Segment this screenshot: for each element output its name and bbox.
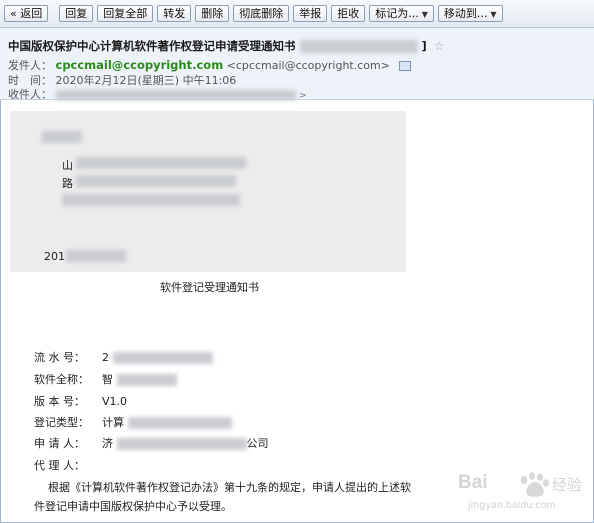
reject-button[interactable]: 拒收 (331, 5, 366, 22)
to-row: 收件人： > (8, 86, 307, 102)
field-label: 登记类型： (34, 416, 89, 429)
field-label: 版 本 号： (34, 395, 85, 408)
watermark-url: jingyan.baidu.com (468, 500, 556, 511)
field-row: 代 理 人： (34, 457, 102, 473)
address-line: 路 (62, 177, 73, 190)
field-row: 流 水 号： 2 (34, 349, 213, 365)
chevron-down-icon: ▼ (421, 10, 428, 19)
redacted-block (62, 194, 240, 206)
field-row: 申 请 人： 济 公司 (34, 435, 269, 451)
field-value-suffix: 公司 (246, 437, 269, 450)
reply-button[interactable]: 回复 (59, 5, 94, 22)
field-label: 代 理 人： (34, 459, 85, 472)
contact-card-icon[interactable] (399, 61, 412, 71)
mail-subject: 中国版权保护中心计算机软件著作权登记申请受理通知书 ] ☆ (8, 38, 445, 54)
field-label: 流 水 号： (34, 351, 85, 364)
sender-address: <cpccmail@ccopyright.com> (226, 59, 390, 72)
mark-as-label: 标记为... (375, 7, 419, 20)
redacted-block (299, 40, 418, 53)
report-button[interactable]: 举报 (293, 5, 328, 22)
toolbar: « 返回 回复 回复全部 转发 删除 彻底删除 举报 拒收 标记为... ▼ 移动… (0, 0, 594, 28)
move-to-dropdown[interactable]: 移动到... ▼ (437, 5, 503, 22)
field-value: V1.0 (102, 395, 128, 408)
redacted-block (116, 438, 247, 450)
to-label: 收件人： (8, 88, 52, 101)
watermark-brand-suffix: 经验 (552, 476, 583, 494)
field-value: 济 (102, 437, 113, 450)
subject-close: ] (421, 39, 427, 53)
delete-button[interactable]: 删除 (195, 5, 230, 22)
subject-text: 中国版权保护中心计算机软件著作权登记申请受理通知书 (8, 39, 296, 53)
redacted-block (55, 90, 296, 100)
sender-name[interactable]: cpccmail@ccopyright.com (56, 58, 224, 72)
redacted-block (66, 250, 126, 262)
permanent-delete-button[interactable]: 彻底删除 (233, 5, 290, 22)
forward-button[interactable]: 转发 (157, 5, 192, 22)
body-paragraph: 根据《计算机软件著作权登记办法》第十九条的规定，申请人提出的上述软件登记申请中国… (34, 481, 411, 513)
from-row: 发件人： cpccmail@ccopyright.com <cpccmail@c… (8, 57, 412, 73)
reply-all-button[interactable]: 回复全部 (97, 5, 154, 22)
mark-as-dropdown[interactable]: 标记为... ▼ (369, 5, 434, 22)
document-caption: 软件登记受理通知书 (160, 281, 259, 294)
mail-header: 中国版权保护中心计算机软件著作权登记申请受理通知书 ] ☆ 发件人： cpccm… (0, 28, 594, 102)
redacted-block (76, 157, 246, 169)
field-row: 软件全称： 智 (34, 371, 177, 387)
redacted-block (116, 374, 177, 386)
chevron-right-icon[interactable]: > (299, 91, 307, 101)
field-row: 版 本 号： V1.0 (34, 393, 127, 409)
letter-image: 山 路 201 (10, 111, 406, 272)
redacted-block (42, 131, 82, 143)
move-to-label: 移动到... (443, 7, 488, 20)
redacted-block (76, 175, 236, 187)
back-button[interactable]: « 返回 (4, 5, 49, 22)
field-row: 登记类型： 计算 (34, 414, 232, 430)
from-label: 发件人： (8, 59, 52, 72)
field-label: 申 请 人： (34, 437, 85, 450)
redacted-block (127, 417, 232, 429)
chevron-down-icon: ▼ (490, 10, 497, 19)
address-line: 山 (62, 159, 73, 172)
field-value: 2 (102, 351, 109, 364)
redacted-block (112, 352, 213, 364)
watermark-brand: Bai (458, 472, 488, 493)
field-value: 计算 (102, 416, 124, 429)
field-label: 软件全称： (34, 373, 89, 386)
star-icon[interactable]: ☆ (434, 39, 445, 53)
field-value: 智 (102, 373, 113, 386)
baidu-jingyan-watermark: Bai 经验 jingyan.baidu.com (458, 470, 586, 518)
letter-date: 201 (44, 250, 65, 263)
